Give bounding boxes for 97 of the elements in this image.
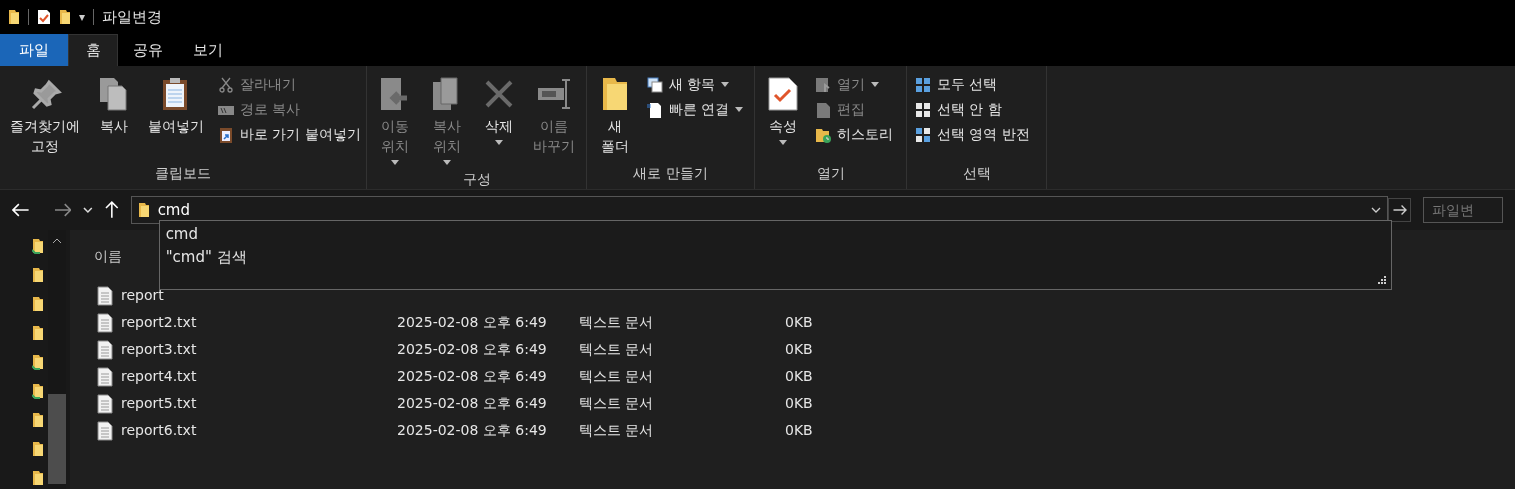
type-cell-text: 텍스트 문서 — [579, 421, 655, 440]
select-none-icon — [915, 101, 931, 118]
document-icon — [97, 285, 113, 306]
group-label: 열기 — [815, 164, 846, 183]
folder-icon[interactable] — [32, 441, 44, 457]
caret-icon — [735, 107, 744, 112]
caret-icon — [721, 82, 730, 87]
edit-icon — [815, 101, 831, 118]
date-cell-text: 2025-02-08 오후 6:49 — [397, 313, 548, 332]
size-cell-text: 0KB — [785, 340, 814, 359]
chevron-down-icon[interactable] — [83, 206, 93, 214]
folder-icon — [137, 202, 150, 218]
invert-selection-icon — [915, 126, 931, 143]
caret-icon — [495, 140, 503, 145]
caret-icon — [391, 160, 399, 165]
file-name[interactable]: report — [121, 285, 164, 306]
properties-icon — [765, 76, 801, 112]
ribbon-button[interactable]: 새 폴더 — [591, 72, 639, 160]
group-label: 구성 — [461, 170, 492, 189]
ribbon-button[interactable]: 선택 영역 반전 — [915, 122, 1030, 147]
folder-icon — [8, 9, 20, 25]
rename-icon — [536, 76, 572, 112]
document-icon — [97, 366, 113, 387]
shortcut-folder-icon[interactable] — [32, 383, 44, 399]
group-label: 선택 — [961, 164, 992, 183]
caret-icon — [871, 82, 879, 87]
type-cell-text: 텍스트 문서 — [579, 367, 655, 386]
open-icon — [815, 76, 831, 93]
column-header[interactable]: 이름 — [94, 245, 122, 267]
file-name[interactable]: report4.txt — [121, 366, 197, 387]
size-cell-text: 0KB — [785, 421, 814, 440]
ribbon-button[interactable]: 히스토리 — [815, 122, 893, 147]
back-icon[interactable] — [12, 203, 30, 217]
folder-icon[interactable] — [32, 412, 44, 428]
type-cell-text: 텍스트 문서 — [579, 394, 655, 413]
document-icon — [97, 393, 113, 414]
ribbon-button[interactable]: 즐겨찾기에 고정 — [4, 72, 86, 160]
ribbon-tab[interactable]: 보기 — [178, 34, 238, 66]
ribbon-button[interactable]: 붙여넣기 — [142, 72, 210, 140]
ribbon-button[interactable]: 바로 가기 붙여넣기 — [218, 122, 361, 147]
ribbon-button[interactable]: 속성 — [759, 72, 807, 149]
search-field[interactable]: 파일변 — [1423, 197, 1503, 223]
ribbon-button[interactable]: 삭제 — [475, 72, 523, 149]
folder-icon[interactable] — [32, 470, 44, 486]
window-title: 파일변경 — [102, 6, 163, 28]
new-item-icon — [647, 76, 663, 93]
ribbon-tab[interactable]: 공유 — [118, 34, 178, 66]
caret-icon — [779, 140, 787, 145]
properties-icon — [37, 9, 51, 25]
resize-grip-icon — [1377, 276, 1387, 285]
shortcut-folder-icon[interactable] — [32, 354, 44, 370]
document-icon — [647, 101, 663, 118]
document-icon — [97, 312, 113, 333]
scissors-icon — [218, 76, 234, 93]
group-label: 새로 만들기 — [632, 164, 709, 183]
address-input[interactable]: cmd — [157, 198, 1363, 222]
shortcut-icon — [218, 126, 234, 143]
suggestion-item[interactable]: "cmd" 검색 — [165, 246, 1385, 269]
ribbon-button[interactable]: 새 항목 — [647, 72, 744, 97]
size-cell-text: 0KB — [785, 367, 814, 386]
document-icon — [97, 339, 113, 360]
document-icon — [97, 420, 113, 441]
ribbon-tab[interactable]: 파일 — [0, 34, 68, 66]
type-cell-text: 텍스트 문서 — [579, 313, 655, 332]
date-cell-text: 2025-02-08 오후 6:49 — [397, 340, 548, 359]
folder-icon[interactable] — [32, 267, 44, 283]
scroll-up-icon[interactable] — [52, 238, 62, 244]
ribbon-button[interactable]: 모두 선택 — [915, 72, 1030, 97]
date-cell-text: 2025-02-08 오후 6:49 — [397, 421, 548, 440]
ribbon-button[interactable]: 복사 — [90, 72, 138, 140]
select-all-icon — [915, 76, 931, 93]
chevron-down-icon[interactable] — [1370, 206, 1381, 214]
ribbon-tab[interactable]: 홈 — [68, 34, 118, 66]
forward-icon[interactable] — [53, 203, 72, 217]
ribbon-button[interactable]: 빠른 연결 — [647, 97, 744, 122]
shortcut-folder-icon[interactable] — [32, 238, 44, 254]
caret-icon — [443, 160, 451, 165]
ribbon-button[interactable]: 선택 안 함 — [915, 97, 1030, 122]
folder-icon[interactable] — [32, 296, 44, 312]
folder-icon[interactable] — [32, 325, 44, 341]
group-label: 클립보드 — [154, 164, 212, 183]
file-name[interactable]: report5.txt — [121, 393, 197, 414]
file-name[interactable]: report6.txt — [121, 420, 197, 441]
dropdown-arrow[interactable]: ▾ — [79, 8, 86, 26]
size-cell-text: 0KB — [785, 313, 814, 332]
type-cell-text: 텍스트 문서 — [579, 340, 655, 359]
size-cell-text: 0KB — [785, 394, 814, 413]
date-cell-text: 2025-02-08 오후 6:49 — [397, 394, 548, 413]
file-name[interactable]: report3.txt — [121, 339, 197, 360]
scroll-thumb[interactable] — [48, 394, 66, 484]
up-icon[interactable] — [104, 201, 119, 219]
history-icon — [815, 126, 831, 143]
file-name[interactable]: report2.txt — [121, 312, 197, 333]
date-cell-text: 2025-02-08 오후 6:49 — [397, 367, 548, 386]
go-icon[interactable] — [1387, 198, 1411, 222]
folder-icon — [59, 9, 71, 25]
suggestion-item[interactable]: cmd — [165, 223, 1385, 246]
